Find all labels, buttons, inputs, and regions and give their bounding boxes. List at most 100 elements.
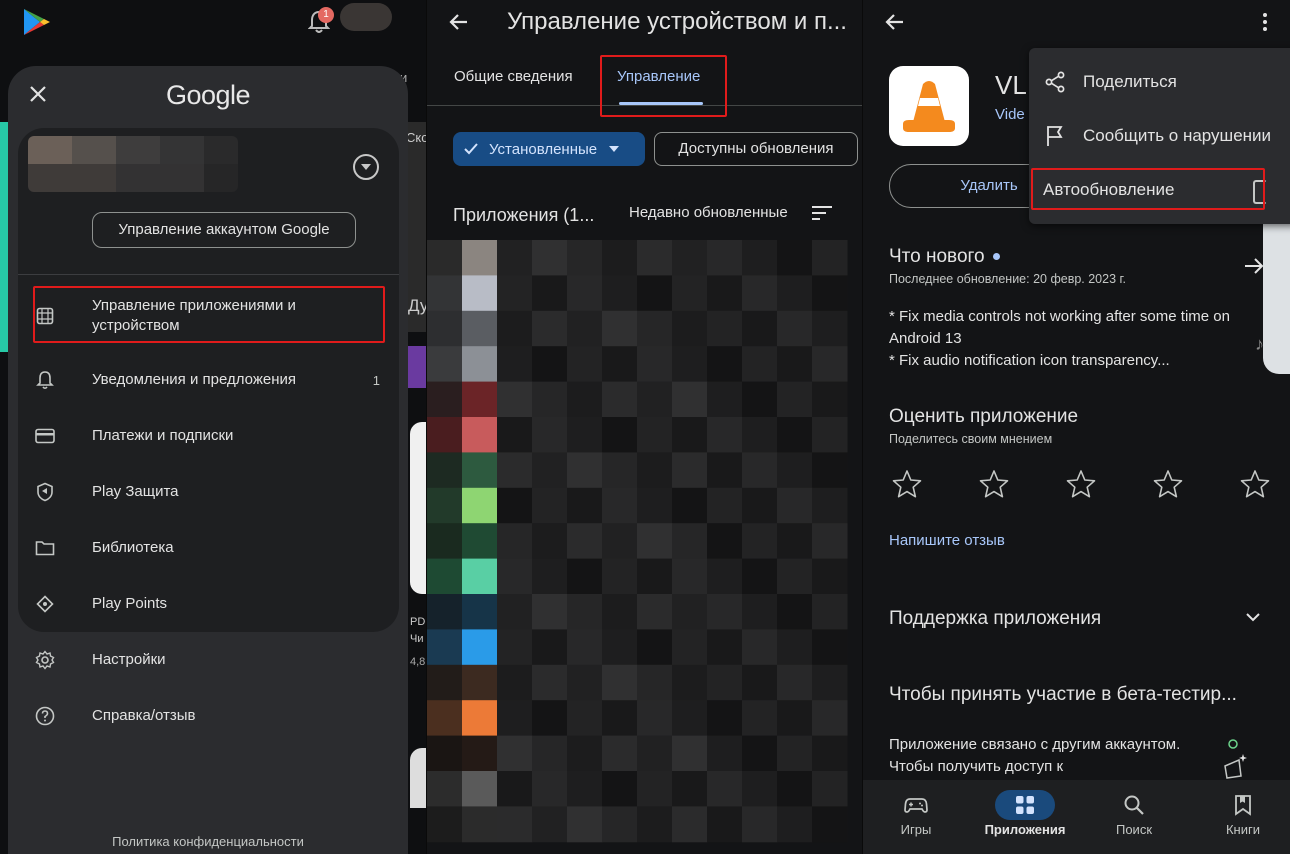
blur-tile [602,771,638,807]
blur-tile [707,275,743,312]
blur-tile [637,275,673,312]
background-card [410,422,426,594]
blur-tile [707,806,743,843]
blur-tile [462,346,497,383]
account-info-blurred[interactable] [28,136,238,192]
blur-tile [742,700,778,737]
back-arrow-icon[interactable] [883,10,907,34]
menu-item-label: Уведомления и предложения [92,371,296,388]
blur-tile [777,523,813,560]
nav-search[interactable]: Поиск [1089,780,1179,854]
avatar[interactable] [340,3,392,31]
blur-tile [497,594,533,630]
menu-item-share[interactable]: Поделиться [1043,62,1290,102]
star-icon[interactable] [978,468,1010,500]
blur-tile [742,594,778,630]
background-card-label: Чи [410,633,424,645]
checkbox-icon[interactable] [1253,180,1267,204]
account-switcher-chevron-icon[interactable] [353,154,379,180]
blur-tile [777,381,813,418]
bell-icon [34,369,56,391]
blur-tile [567,558,603,595]
blur-tile [462,275,497,312]
menu-item-payments[interactable]: Платежи и подписки [34,416,384,456]
arrow-right-icon[interactable] [1243,256,1265,276]
installed-filter-chip[interactable]: Установленные [453,132,645,166]
tab-bar: Общие сведения Управление [427,60,862,106]
blur-tile [497,735,533,772]
blur-tile [637,523,673,560]
blur-tile [777,558,813,595]
sort-icon[interactable] [811,204,833,222]
blurred-app-list[interactable] [427,240,862,854]
menu-item-manage-apps[interactable]: Управление приложениями и устройством [34,290,384,342]
blur-tile [567,275,603,312]
privacy-policy-link[interactable]: Политика конфиденциальности [8,834,408,849]
blur-tile [427,735,462,772]
blur-tile [567,629,603,666]
menu-item-library[interactable]: Библиотека [34,528,384,568]
blur-tile [637,664,673,701]
blur-tile [602,346,638,383]
nav-apps[interactable]: Приложения [980,780,1070,854]
tab-overview[interactable]: Общие сведения [454,68,573,85]
menu-item-label: Платежи и подписки [92,427,234,444]
blur-tile [707,594,743,630]
blur-tile [602,558,638,595]
blur-tile [427,629,462,666]
blur-tile [707,735,743,772]
blur-tile [567,310,603,347]
chevron-down-icon[interactable] [1243,610,1263,624]
blur-tile [707,523,743,560]
menu-item-label: Настройки [92,651,166,668]
blur-tile [427,664,462,701]
blur-tile [427,806,462,843]
menu-item-report[interactable]: Сообщить о нарушении [1043,116,1290,156]
blur-tile [777,275,813,312]
blur-tile [532,346,568,383]
blur-tile [497,487,533,524]
app-support-title[interactable]: Поддержка приложения [889,608,1101,630]
blur-tile [602,417,638,453]
updates-available-chip[interactable]: Доступны обновления [654,132,858,166]
nav-games[interactable]: Игры [871,780,961,854]
blur-tile [427,523,462,560]
blur-tile [707,700,743,737]
star-rating[interactable] [889,468,1289,502]
back-arrow-icon[interactable] [447,10,471,34]
more-vert-icon[interactable] [1257,10,1273,34]
tab-manage[interactable]: Управление [617,68,700,85]
menu-item-play-points[interactable]: Play Points [34,584,384,624]
menu-item-settings[interactable]: Настройки [34,640,384,680]
blur-tile [427,452,462,489]
manage-apps-panel: Управление устройством и п... Общие свед… [426,0,862,854]
blur-tile [602,806,638,843]
nav-books[interactable]: Книги [1198,780,1288,854]
blur-tile [672,806,708,843]
blur-tile [602,275,638,312]
blur-tile [637,558,673,595]
menu-item-notifications[interactable]: Уведомления и предложения 1 [34,360,384,400]
star-icon[interactable] [1239,468,1271,500]
menu-item-play-protect[interactable]: Play Защита [34,472,384,512]
menu-item-label: Поделиться [1083,72,1177,91]
sort-label[interactable]: Недавно обновленные [629,204,788,221]
notification-badge: 1 [318,7,334,23]
blur-tile [567,240,603,276]
star-icon[interactable] [891,468,923,500]
manage-google-account-button[interactable]: Управление аккаунтом Google [92,212,356,248]
blur-tile [812,275,848,312]
write-review-link[interactable]: Напишите отзыв [889,532,1005,549]
star-icon[interactable] [1152,468,1184,500]
bookmark-icon [1213,790,1273,820]
background-card-letter: Ду [408,296,426,315]
developer-link[interactable]: Vide [995,106,1025,123]
blur-tile [707,381,743,418]
blur-tile [637,700,673,737]
star-icon[interactable] [1065,468,1097,500]
blur-tile [777,417,813,453]
blur-tile [497,629,533,666]
menu-item-help[interactable]: Справка/отзыв [34,696,384,736]
blur-tile [672,594,708,630]
background-card [406,346,426,388]
